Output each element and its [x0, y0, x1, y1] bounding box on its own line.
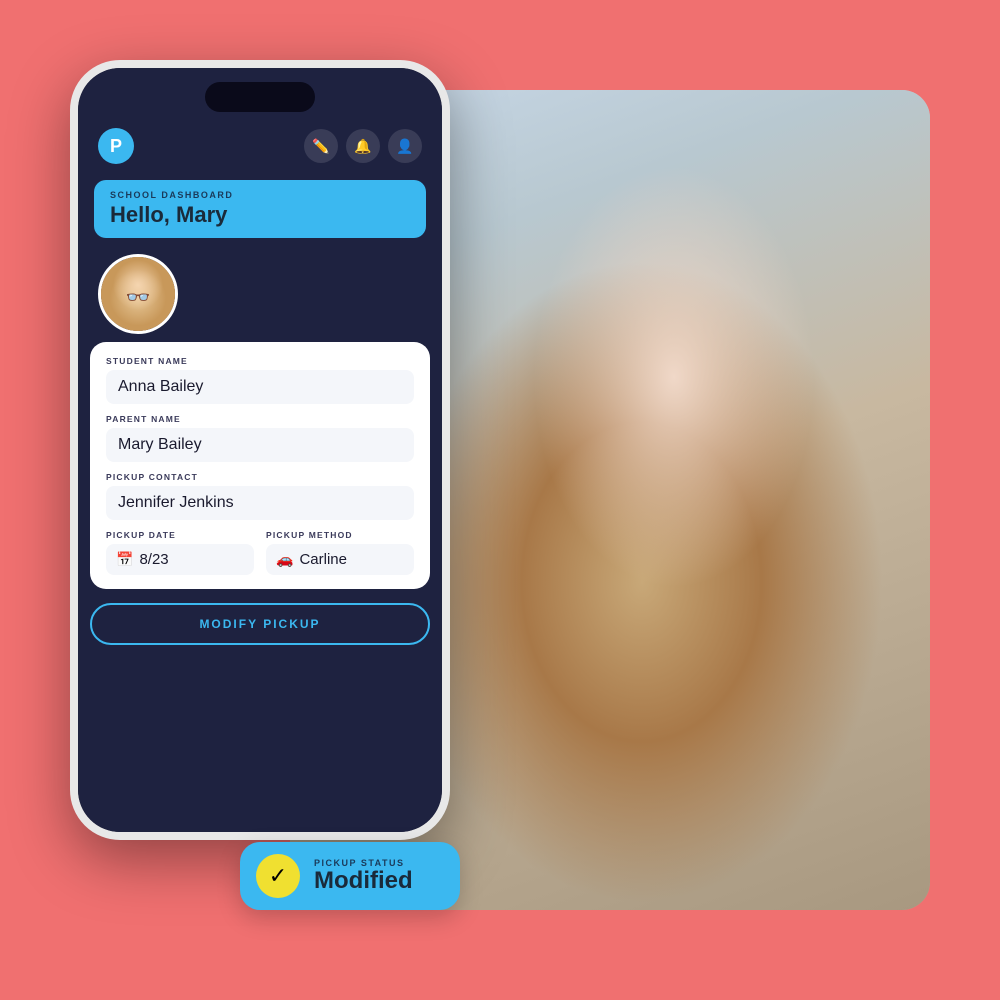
banner-greeting: Hello, Mary: [110, 202, 410, 228]
pickup-method-col: PICKUP METHOD 🚗 Carline: [266, 530, 414, 575]
user-avatar: [98, 254, 178, 334]
student-name-value: Anna Bailey: [106, 370, 414, 404]
top-icons-group: ✏️ 🔔 👤: [304, 129, 422, 163]
date-method-row: PICKUP DATE 📅 8/23 PICKUP METHOD 🚗 Carli…: [106, 530, 414, 575]
pickup-date-label: PICKUP DATE: [106, 530, 254, 540]
phone-mockup: P ✏️ 🔔 👤 School Dashboard Hello, Mary: [70, 60, 450, 840]
edit-icon-button[interactable]: ✏️: [304, 129, 338, 163]
pickup-date-value: 📅 8/23: [106, 544, 254, 575]
calendar-icon: 📅: [116, 551, 133, 568]
user-icon-button[interactable]: 👤: [388, 129, 422, 163]
status-badge: ✓ PICKUP STATUS Modified: [240, 842, 460, 910]
avatar-container: [78, 238, 442, 342]
dynamic-island: [205, 82, 315, 112]
car-icon: 🚗: [276, 551, 293, 568]
parent-name-label: PARENT NAME: [106, 414, 414, 424]
modify-pickup-button[interactable]: MODIFY PICKUP: [90, 603, 430, 645]
avatar-face: [101, 257, 175, 331]
pickup-method-value: 🚗 Carline: [266, 544, 414, 575]
hello-banner: School Dashboard Hello, Mary: [94, 180, 426, 238]
banner-subtitle: School Dashboard: [110, 190, 410, 200]
app-logo: P: [98, 128, 134, 164]
info-card: STUDENT NAME Anna Bailey PARENT NAME Mar…: [90, 342, 430, 589]
pickup-method-label: PICKUP METHOD: [266, 530, 414, 540]
main-card: P ✏️ 🔔 👤 School Dashboard Hello, Mary: [70, 60, 930, 940]
status-text-block: PICKUP STATUS Modified: [314, 858, 413, 894]
pickup-date-col: PICKUP DATE 📅 8/23: [106, 530, 254, 575]
pickup-contact-value: Jennifer Jenkins: [106, 486, 414, 520]
check-circle-icon: ✓: [256, 854, 300, 898]
student-name-label: STUDENT NAME: [106, 356, 414, 366]
status-label-main: Modified: [314, 868, 413, 894]
phone-screen: P ✏️ 🔔 👤 School Dashboard Hello, Mary: [78, 68, 442, 832]
parent-name-value: Mary Bailey: [106, 428, 414, 462]
bell-icon-button[interactable]: 🔔: [346, 129, 380, 163]
pickup-contact-label: PICKUP CONTACT: [106, 472, 414, 482]
